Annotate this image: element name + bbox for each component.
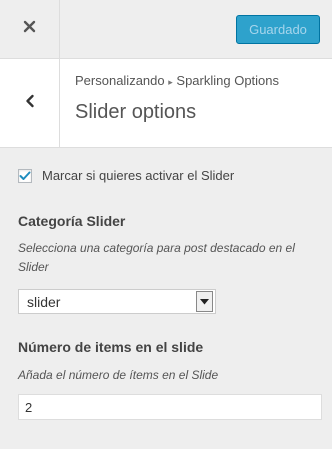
activate-slider-row[interactable]: Marcar si quieres activar el Slider [18,168,234,183]
slider-category-select[interactable]: slider [18,289,216,314]
close-icon [23,20,36,38]
back-button[interactable] [0,59,60,147]
close-button[interactable] [0,0,60,58]
activate-slider-checkbox[interactable] [18,168,32,183]
slide-count-input[interactable] [18,394,322,420]
slide-count-description: Añada el número de ítems en el Slide [18,368,219,382]
activate-slider-label: Marcar si quieres activar el Slider [42,168,235,183]
breadcrumb-page: Sparkling Options [176,73,280,88]
dropdown-arrow-icon[interactable] [196,291,213,312]
slide-count-title: Número de items en el slide [18,339,204,355]
checkmark-icon [19,171,31,180]
chevron-left-icon [25,94,35,113]
breadcrumb-separator: ▸ [168,77,173,87]
breadcrumb-section: Personalizando [75,73,165,88]
saved-button[interactable]: Guardado [236,15,320,44]
customizer-topbar: Guardado [0,0,332,59]
slider-category-title: Categoría Slider [18,213,126,229]
breadcrumb: Personalizando ▸ Sparkling Options [75,73,279,88]
slider-category-description: Selecciona una categoría para post desta… [18,241,295,274]
page-title: Slider options [75,101,197,123]
slider-category-selected: slider [27,293,61,310]
section-header: Personalizando ▸ Sparkling Options Slide… [0,59,332,148]
